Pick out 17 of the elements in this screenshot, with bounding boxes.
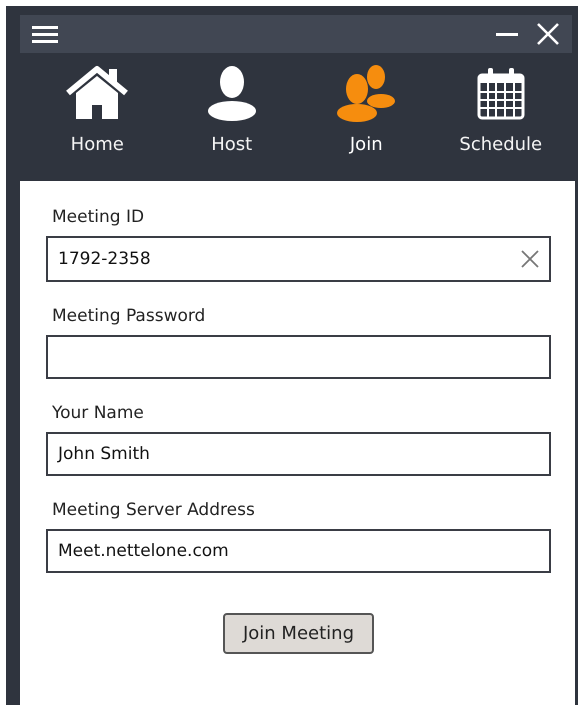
close-icon[interactable] [536, 22, 560, 46]
input-field[interactable]: John Smith [46, 432, 551, 476]
nav-tab[interactable]: Join [306, 63, 426, 181]
people-icon [336, 63, 396, 123]
field-label: Meeting Password [52, 305, 206, 328]
input-field[interactable]: Meet.nettelone.com [46, 529, 551, 573]
input-field[interactable]: 1792-2358 [46, 236, 551, 282]
field-label: Meeting Server Address [52, 499, 256, 522]
field-label: Your Name [52, 402, 145, 425]
nav-tab[interactable]: Home [37, 63, 158, 181]
clear-icon[interactable] [521, 250, 539, 268]
field-label: Meeting ID [52, 206, 146, 229]
nav-tab[interactable]: Host [172, 63, 292, 181]
person-icon [206, 63, 257, 123]
menu-icon[interactable] [32, 24, 58, 44]
join-meeting-button[interactable]: Join Meeting [222, 613, 374, 654]
nav-tab[interactable]: Schedule [440, 63, 561, 181]
